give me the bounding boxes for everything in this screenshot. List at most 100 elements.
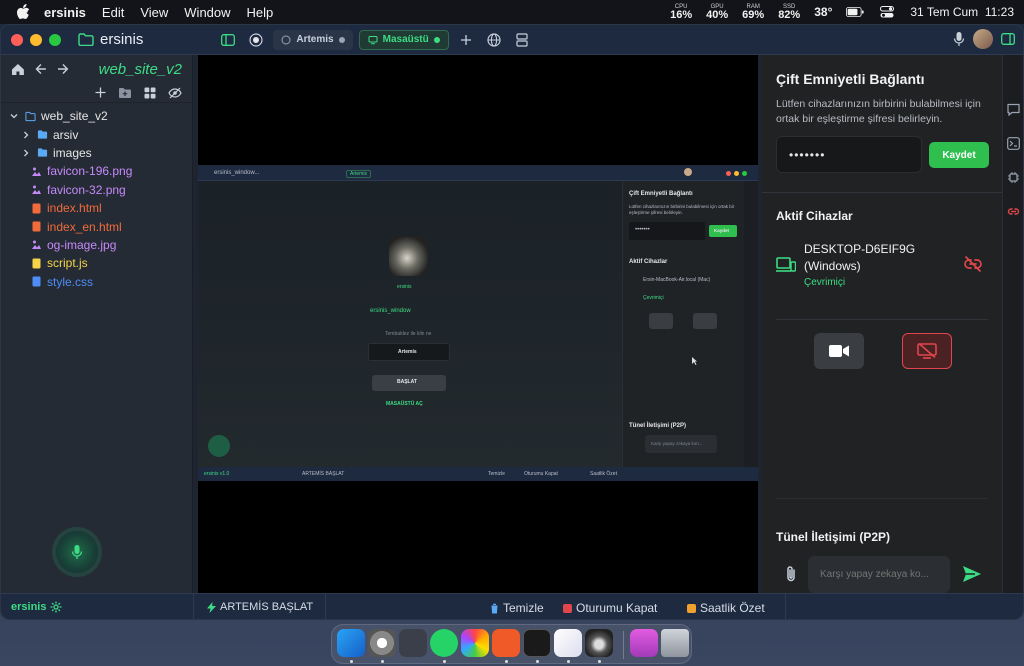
tree-item-folder[interactable]: images — [1, 144, 192, 162]
tab-close-icon[interactable] — [338, 36, 345, 43]
web-button[interactable] — [483, 29, 505, 51]
dock — [331, 624, 692, 664]
cursor-icon — [692, 357, 697, 365]
launchpad-icon[interactable] — [399, 629, 427, 657]
ram-stat[interactable]: RAM 69% — [742, 4, 764, 21]
home-icon[interactable] — [11, 63, 25, 76]
ssd-stat[interactable]: SSD 82% — [778, 4, 800, 21]
terminal-icon[interactable] — [523, 629, 551, 657]
remote-desktop-view[interactable]: ersinis_window... Artemis ersinis ersini… — [198, 55, 758, 593]
hide-eye-icon[interactable] — [168, 87, 182, 99]
menu-edit[interactable]: Edit — [102, 5, 124, 20]
tree-item-html[interactable]: index.html — [1, 199, 192, 217]
remote-version: ersinis v1.0 — [204, 471, 230, 477]
clock[interactable]: 31 Tem Cum 11:23 — [910, 5, 1014, 19]
unlink-icon[interactable] — [964, 255, 982, 273]
remote-screen[interactable]: ersinis_window... Artemis ersinis ersini… — [198, 165, 758, 481]
chip-icon[interactable] — [1007, 171, 1020, 184]
camera-button[interactable] — [814, 333, 864, 369]
avatar[interactable] — [973, 29, 993, 49]
gear-icon[interactable] — [50, 601, 62, 613]
remote-foot-start: ARTEMİS BAŞLAT — [302, 471, 345, 477]
terminal-icon[interactable] — [1007, 137, 1020, 150]
save-button[interactable]: Kaydet — [929, 142, 989, 168]
paperclip-icon[interactable] — [784, 565, 798, 583]
tree-item-img[interactable]: favicon-196.png — [1, 162, 192, 180]
tree-item-img[interactable]: favicon-32.png — [1, 181, 192, 199]
maximize-window-button[interactable] — [49, 33, 61, 46]
tab-masaustu[interactable]: Masaüstü — [358, 29, 449, 50]
clear-button[interactable]: Temizle — [490, 601, 544, 615]
tab-close-icon[interactable] — [433, 36, 440, 43]
folder-icon[interactable] — [630, 629, 658, 657]
artemis-start-button[interactable]: ARTEMİS BAŞLAT — [207, 601, 313, 613]
tree-item-img[interactable]: og-image.jpg — [1, 236, 192, 254]
tree-item-js[interactable]: script.js — [1, 254, 192, 272]
cpu-stat[interactable]: CPU 16% — [670, 4, 692, 21]
chevron-right-icon[interactable] — [21, 148, 31, 158]
tree-item-root[interactable]: web_site_v2 — [1, 107, 192, 125]
chrome-icon[interactable] — [368, 629, 396, 657]
finder-icon[interactable] — [337, 629, 365, 657]
hourly-summary-button[interactable]: Saatlik Özet — [687, 601, 765, 615]
minimize-window-button[interactable] — [30, 33, 42, 46]
tab-artemis[interactable]: Artemis — [273, 29, 353, 50]
chat-input[interactable] — [808, 556, 950, 593]
brave-icon[interactable] — [492, 629, 520, 657]
right-panel-icon[interactable] — [1001, 33, 1015, 45]
toggle-sidebar-button[interactable] — [217, 29, 239, 51]
menu-window[interactable]: Window — [184, 5, 230, 20]
split-icon — [516, 32, 528, 47]
split-view-button[interactable] — [511, 29, 533, 51]
menu-view[interactable]: View — [140, 5, 168, 20]
voice-button[interactable] — [56, 531, 98, 573]
new-tab-button[interactable] — [455, 29, 477, 51]
battery-icon[interactable] — [846, 6, 864, 18]
arc-icon[interactable] — [554, 629, 582, 657]
new-file-icon[interactable] — [95, 87, 106, 98]
tree-item-css[interactable]: style.css — [1, 273, 192, 291]
remote-foot-clear: Temizle — [488, 471, 505, 477]
link-icon[interactable] — [1007, 205, 1020, 218]
whatsapp-icon[interactable] — [430, 629, 458, 657]
ersinis-icon[interactable] — [585, 629, 613, 657]
trash-icon — [490, 603, 499, 613]
remote-close — [726, 171, 731, 176]
apple-icon[interactable] — [16, 4, 30, 20]
trash-icon[interactable] — [661, 629, 689, 657]
tree-item-folder[interactable]: arsiv — [1, 125, 192, 143]
gpu-stat[interactable]: GPU 40% — [706, 4, 728, 21]
forward-arrow-icon[interactable] — [57, 63, 69, 75]
microphone-icon — [71, 545, 83, 559]
screen-share-off-button[interactable] — [902, 333, 952, 369]
connection-panel: Çift Emniyetli Bağlantı Lütfen cihazları… — [762, 55, 1002, 593]
control-center-icon[interactable] — [878, 6, 896, 18]
close-window-button[interactable] — [11, 33, 23, 46]
send-icon[interactable] — [962, 565, 982, 583]
chevron-down-icon[interactable] — [9, 111, 19, 121]
microphone-icon[interactable] — [953, 31, 965, 47]
divider — [776, 498, 988, 499]
temperature[interactable]: 38° — [814, 5, 832, 19]
pairing-password-input[interactable] — [776, 136, 922, 173]
photos-icon[interactable] — [461, 629, 489, 657]
remote-panel-title: Çift Emniyetli Bağlantı — [629, 191, 693, 197]
tree-item-html[interactable]: index_en.html — [1, 217, 192, 235]
globe-icon — [487, 32, 501, 47]
dock-separator — [623, 631, 624, 659]
chevron-right-icon[interactable] — [21, 130, 31, 140]
chat-bubble-icon[interactable] — [1007, 103, 1020, 116]
menu-help[interactable]: Help — [247, 5, 274, 20]
sidebar-icon — [221, 33, 236, 46]
new-folder-icon[interactable] — [118, 87, 132, 99]
summary-label: Saatlik Özet — [700, 601, 765, 615]
remote-cam — [649, 313, 673, 329]
remote-foot-close: Oturumu Kapat — [524, 471, 558, 477]
grid-view-icon[interactable] — [144, 87, 156, 99]
logout-button[interactable]: Oturumu Kapat — [563, 601, 657, 615]
back-arrow-icon[interactable] — [35, 63, 47, 75]
remote-pass-text: ••••••• — [635, 227, 650, 233]
record-button[interactable] — [245, 29, 267, 51]
menu-app[interactable]: ersinis — [44, 5, 86, 20]
tab-masaustu-label: Masaüstü — [382, 34, 429, 45]
